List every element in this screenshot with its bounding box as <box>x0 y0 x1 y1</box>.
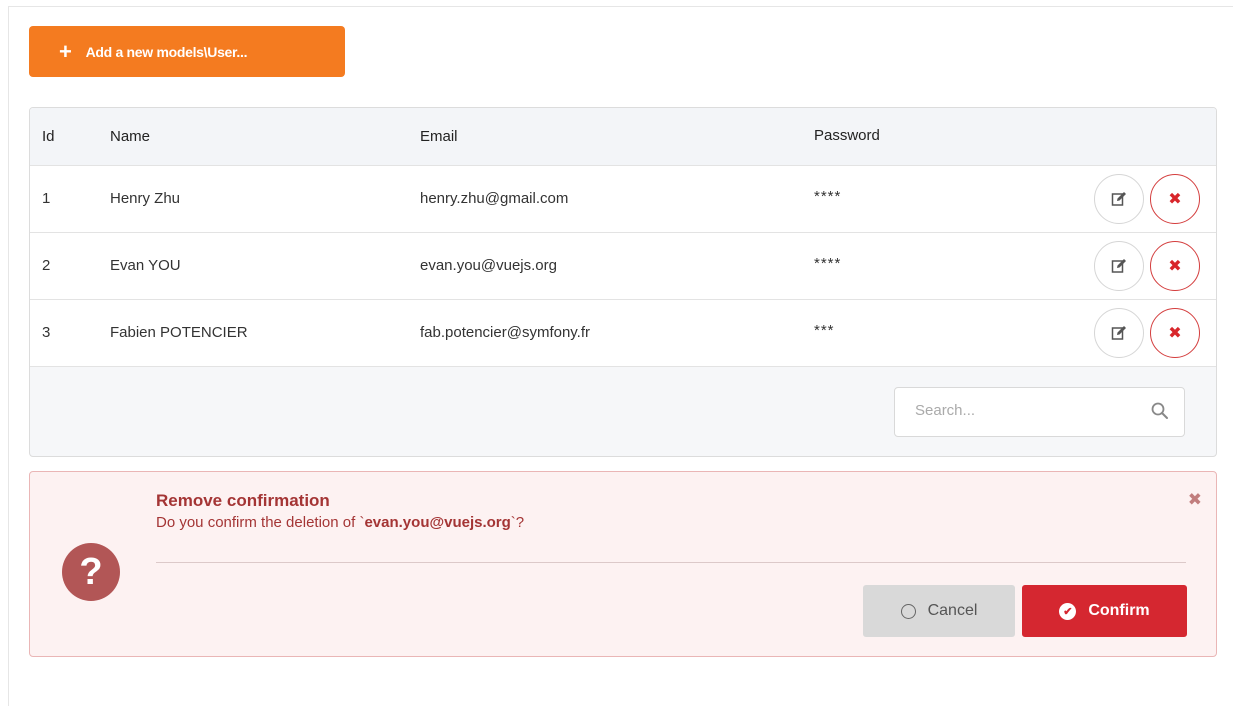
cell-email: fab.potencier@symfony.fr <box>420 324 591 341</box>
column-header-email[interactable]: Email <box>419 108 813 166</box>
cell-email: henry.zhu@gmail.com <box>420 190 569 207</box>
search-icon <box>1151 402 1168 419</box>
delete-button[interactable]: ✖ <box>1150 173 1200 224</box>
cell-name: Fabien POTENCIER <box>110 324 248 341</box>
table-row: 2 Evan YOU evan.you@vuejs.org **** ✖ <box>30 232 1216 299</box>
search-input[interactable] <box>913 387 1143 434</box>
circle-icon <box>900 603 916 619</box>
alert-message: Do you confirm the deletion of `evan.you… <box>156 514 524 531</box>
table-footer <box>30 367 1216 457</box>
table-header: Id Name Email Password <box>30 108 1216 166</box>
alert-message-suffix: `? <box>510 514 525 531</box>
column-header-actions <box>1073 108 1216 166</box>
remove-confirmation-alert: ? Remove confirmation Do you confirm the… <box>29 471 1217 657</box>
plus-icon: + <box>59 38 72 64</box>
delete-button[interactable]: ✖ <box>1150 240 1200 291</box>
edit-icon <box>1111 191 1126 206</box>
edit-button[interactable] <box>1094 173 1144 224</box>
search-box <box>894 386 1185 437</box>
cell-password: **** <box>814 187 842 205</box>
column-header-password[interactable]: Password <box>813 108 1073 166</box>
users-grid: Id Name Email Password 1 Henry Zhu henry… <box>29 107 1217 457</box>
alert-message-target: evan.you@vuejs.org <box>364 514 511 531</box>
close-icon[interactable]: ✖ <box>1188 490 1202 510</box>
cell-actions: ✖ <box>1073 299 1216 366</box>
check-circle-icon: ✔ <box>1059 602 1077 620</box>
table-row: 3 Fabien POTENCIER fab.potencier@symfony… <box>30 299 1216 366</box>
question-icon: ? <box>62 543 120 601</box>
edit-button[interactable] <box>1094 307 1144 358</box>
cell-actions: ✖ <box>1073 165 1216 232</box>
divider <box>156 562 1186 563</box>
edit-button[interactable] <box>1094 240 1144 291</box>
edit-icon <box>1111 258 1126 273</box>
cell-email: evan.you@vuejs.org <box>420 257 557 274</box>
cell-password: *** <box>814 321 835 339</box>
cell-name: Henry Zhu <box>110 190 181 207</box>
cell-name: Evan YOU <box>110 257 181 274</box>
alert-title: Remove confirmation <box>156 491 330 510</box>
confirm-button[interactable]: ✔ Confirm <box>1022 585 1187 637</box>
table-row: 1 Henry Zhu henry.zhu@gmail.com **** ✖ <box>30 165 1216 232</box>
edit-icon <box>1111 325 1126 340</box>
close-icon: ✖ <box>1168 190 1182 208</box>
delete-button[interactable]: ✖ <box>1150 307 1200 358</box>
alert-message-prefix: Do you confirm the deletion of ` <box>156 514 365 531</box>
cell-id: 2 <box>42 257 51 274</box>
users-table: Id Name Email Password 1 Henry Zhu henry… <box>30 108 1216 367</box>
close-icon: ✖ <box>1168 257 1182 275</box>
column-header-name[interactable]: Name <box>109 108 419 166</box>
cancel-button[interactable]: Cancel <box>863 585 1015 637</box>
cell-actions: ✖ <box>1073 232 1216 299</box>
cell-password: **** <box>814 254 842 272</box>
column-header-id[interactable]: Id <box>30 108 109 166</box>
cancel-label: Cancel <box>927 602 978 619</box>
cell-id: 3 <box>42 324 51 341</box>
confirm-label: Confirm <box>1088 602 1150 619</box>
close-icon: ✖ <box>1168 324 1182 342</box>
add-user-label: Add a new models\User... <box>85 43 248 60</box>
add-user-button[interactable]: + Add a new models\User... <box>29 26 345 77</box>
cell-id: 1 <box>42 190 51 207</box>
